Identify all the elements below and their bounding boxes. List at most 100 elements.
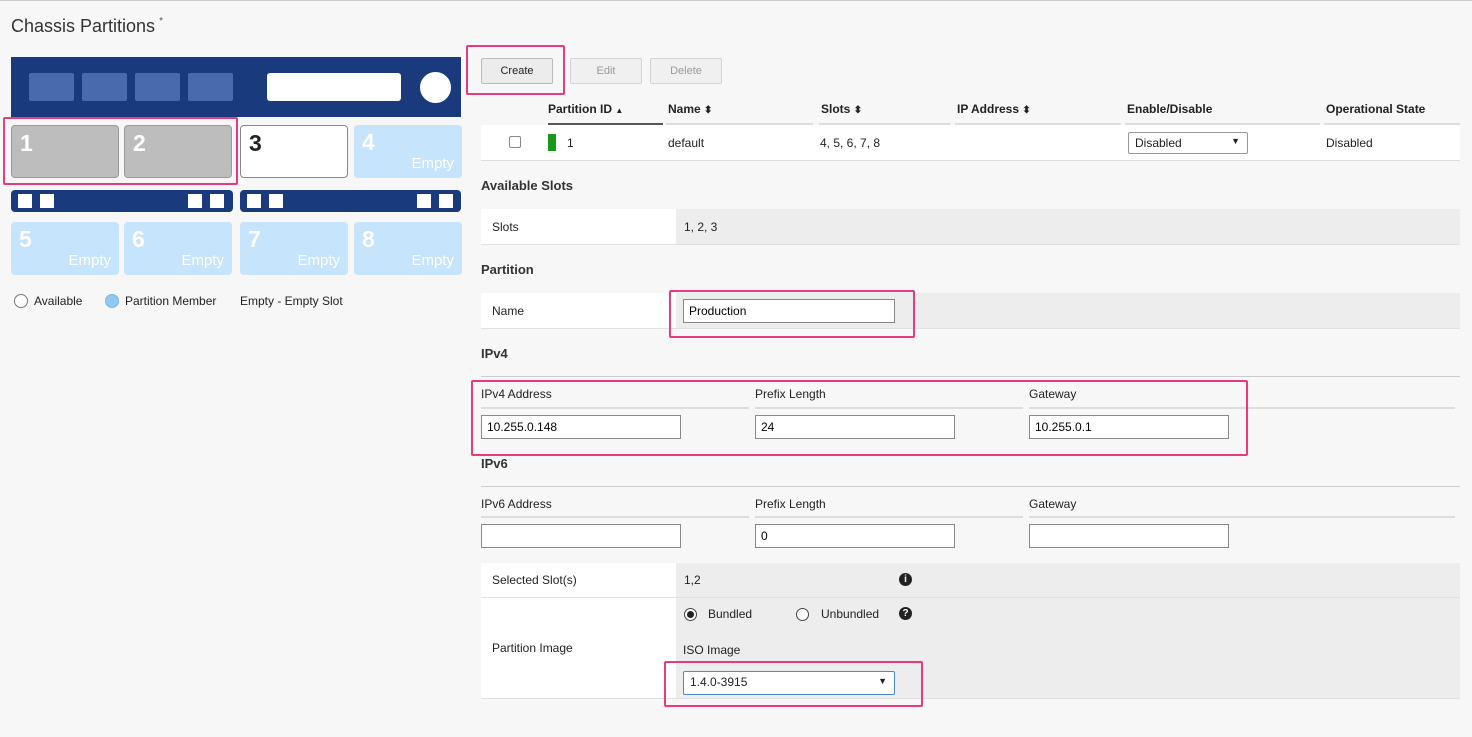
col-ip-address[interactable]: IP Address ⬍ [957, 102, 1031, 116]
blade-bar-right [240, 190, 461, 212]
name-label: Name [492, 304, 525, 318]
chassis-slot-7[interactable]: 7 Empty [240, 222, 348, 275]
sort-icon: ⬍ [1022, 105, 1031, 116]
col-partition-id[interactable]: Partition ID ▲ [548, 102, 623, 116]
highlight-create [466, 45, 565, 95]
column-underline [481, 516, 749, 518]
slot-status: Empty [411, 252, 454, 269]
port-icon [269, 194, 283, 208]
slot-number: 7 [248, 226, 261, 252]
slot-number: 4 [362, 129, 375, 155]
available-slots-heading: Available Slots [481, 178, 573, 193]
section-divider [481, 376, 1460, 377]
chassis-slot-3[interactable]: 3 [240, 125, 348, 178]
value-cell [676, 209, 1460, 244]
chevron-down-icon: ▼ [1231, 136, 1240, 146]
partition-image-label: Partition Image [492, 641, 573, 655]
port-icon [439, 194, 453, 208]
partition-heading: Partition [481, 262, 534, 277]
legend-member: Partition Member [125, 294, 217, 308]
ipv4-heading: IPv4 [481, 346, 508, 361]
bundled-radio[interactable] [684, 608, 697, 621]
fan-module [135, 73, 180, 101]
selected-slots-label: Selected Slot(s) [492, 573, 577, 587]
slot-status: Empty [297, 252, 340, 269]
available-legend-icon [14, 294, 28, 308]
ipv6-address-label: IPv6 Address [481, 497, 552, 511]
slot-number: 6 [132, 226, 145, 252]
sort-icon: ⬍ [853, 105, 863, 116]
fan-module [188, 73, 233, 101]
blade-bar-left [11, 190, 233, 212]
slot-status: Empty [411, 155, 454, 172]
iso-image-label: ISO Image [683, 643, 741, 657]
chassis-slot-5[interactable]: 5 Empty [11, 222, 119, 275]
unbundled-radio[interactable] [796, 608, 809, 621]
chassis-header [11, 57, 461, 117]
enable-select[interactable]: Disabled ▼ [1128, 132, 1248, 154]
ipv6-heading: IPv6 [481, 456, 508, 471]
slot-status: Empty [181, 252, 224, 269]
fan-module [29, 73, 74, 101]
ipv6-address-input[interactable] [481, 524, 681, 548]
value-cell [676, 563, 1460, 597]
col-operational-state: Operational State [1326, 102, 1426, 116]
cell-partition-id: 1 [567, 136, 574, 150]
column-underline [755, 516, 1023, 518]
page-title: Chassis Partitions * [11, 16, 163, 36]
legend-empty: Empty - Empty Slot [240, 294, 343, 308]
chassis-slot-6[interactable]: 6 Empty [124, 222, 232, 275]
delete-button[interactable]: Delete [650, 58, 722, 84]
port-icon [188, 194, 202, 208]
row-checkbox[interactable] [509, 136, 521, 148]
required-marker: * [159, 16, 163, 27]
chassis-slot-8[interactable]: 8 Empty [354, 222, 462, 275]
ipv6-prefix-input[interactable] [755, 524, 955, 548]
selected-slots-row: Selected Slot(s) 1,2 i [481, 563, 1460, 598]
sort-asc-icon: ▲ [615, 106, 624, 115]
lcd-panel [267, 73, 401, 101]
chassis-slot-4[interactable]: 4 Empty [354, 125, 462, 178]
info-icon[interactable]: i [899, 573, 912, 586]
member-legend-icon [105, 294, 119, 308]
ipv6-prefix-label: Prefix Length [755, 497, 826, 511]
status-indicator-icon [548, 134, 556, 151]
top-divider [0, 0, 1472, 1]
available-slots-row: Slots 1, 2, 3 [481, 209, 1460, 245]
port-icon [40, 194, 54, 208]
port-icon [18, 194, 32, 208]
ipv6-gateway-label: Gateway [1029, 497, 1077, 511]
table-row[interactable]: 1 default 4, 5, 6, 7, 8 Disabled ▼ Disabl… [481, 125, 1460, 161]
ipv6-gateway-input[interactable] [1029, 524, 1229, 548]
slots-label: Slots [492, 220, 519, 234]
section-divider [481, 486, 1460, 487]
help-icon[interactable]: ? [899, 607, 912, 620]
slot-number: 3 [249, 130, 262, 156]
bundled-label: Bundled [708, 607, 753, 621]
column-underline [1029, 516, 1455, 518]
cell-slots: 4, 5, 6, 7, 8 [820, 136, 881, 150]
edit-button[interactable]: Edit [570, 58, 642, 84]
port-icon [210, 194, 224, 208]
highlight-ipv4 [471, 380, 1248, 456]
highlight-iso [664, 661, 923, 707]
sort-icon: ⬍ [704, 105, 713, 116]
unbundled-label: Unbundled [821, 607, 880, 621]
fan-module [82, 73, 127, 101]
cell-name: default [668, 136, 705, 150]
legend-available: Available [34, 294, 83, 308]
col-enable-disable: Enable/Disable [1127, 102, 1213, 116]
selected-slots-value: 1,2 [684, 573, 701, 587]
highlight-name [669, 290, 915, 338]
partition-name-row: Name [481, 293, 1460, 329]
col-slots[interactable]: Slots ⬍ [821, 102, 862, 116]
partition-image-row: Partition Image Bundled Unbundled ? ISO … [481, 598, 1460, 699]
highlight-slots-1-2 [3, 117, 238, 185]
port-icon [417, 194, 431, 208]
slot-number: 8 [362, 226, 375, 252]
port-icon [247, 194, 261, 208]
available-slots-value: 1, 2, 3 [684, 220, 718, 234]
slot-number: 5 [19, 226, 32, 252]
slot-status: Empty [68, 252, 111, 269]
col-name[interactable]: Name ⬍ [668, 102, 712, 116]
